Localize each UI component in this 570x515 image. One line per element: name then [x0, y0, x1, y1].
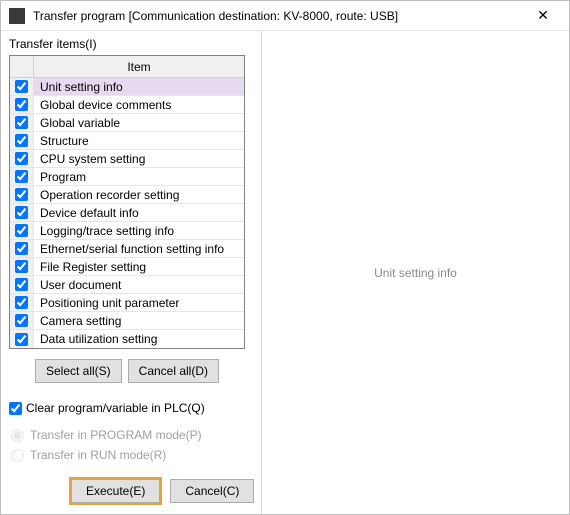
- row-checkbox[interactable]: [15, 333, 28, 346]
- row-checkbox-cell: [10, 150, 34, 167]
- row-label: Camera setting: [34, 314, 244, 328]
- row-label: Operation recorder setting: [34, 188, 244, 202]
- detail-text: Unit setting info: [374, 266, 457, 280]
- titlebar: Transfer program [Communication destinat…: [1, 1, 569, 31]
- row-checkbox[interactable]: [15, 278, 28, 291]
- row-checkbox[interactable]: [15, 314, 28, 327]
- row-checkbox-cell: [10, 294, 34, 311]
- row-label: Ethernet/serial function setting info: [34, 242, 244, 256]
- clear-plc-label: Clear program/variable in PLC(Q): [26, 401, 205, 415]
- close-button[interactable]: ✕: [523, 2, 563, 30]
- table-row[interactable]: Ethernet/serial function setting info: [10, 240, 244, 258]
- row-checkbox-cell: [10, 114, 34, 131]
- row-checkbox[interactable]: [15, 116, 28, 129]
- table-row[interactable]: Camera setting: [10, 312, 244, 330]
- row-label: Structure: [34, 134, 244, 148]
- row-checkbox-cell: [10, 258, 34, 275]
- row-checkbox[interactable]: [15, 206, 28, 219]
- row-checkbox[interactable]: [15, 98, 28, 111]
- row-checkbox[interactable]: [15, 134, 28, 147]
- left-panel: Transfer items(I) Item Unit setting info…: [1, 31, 262, 514]
- row-label: Positioning unit parameter: [34, 296, 244, 310]
- app-icon: [9, 8, 25, 24]
- row-checkbox-cell: [10, 240, 34, 257]
- row-label: Global variable: [34, 116, 244, 130]
- table-row[interactable]: Global device comments: [10, 96, 244, 114]
- transfer-items-grid: Item Unit setting info Global device comm…: [9, 55, 245, 349]
- header-checkbox-col: [10, 56, 34, 77]
- window-title: Transfer program [Communication destinat…: [33, 9, 523, 23]
- row-checkbox[interactable]: [15, 242, 28, 255]
- table-row[interactable]: Logging/trace setting info: [10, 222, 244, 240]
- table-row[interactable]: CPU system setting: [10, 150, 244, 168]
- row-checkbox-cell: [10, 312, 34, 329]
- detail-panel: Unit setting info: [262, 31, 569, 514]
- row-checkbox[interactable]: [15, 170, 28, 183]
- row-checkbox[interactable]: [15, 260, 28, 273]
- row-checkbox-cell: [10, 330, 34, 348]
- cancel-all-button[interactable]: Cancel all(D): [128, 359, 219, 383]
- header-item-col: Item: [34, 56, 244, 77]
- row-checkbox-cell: [10, 204, 34, 221]
- program-mode-radio: [11, 429, 24, 442]
- table-row[interactable]: Global variable: [10, 114, 244, 132]
- transfer-items-label: Transfer items(I): [9, 37, 257, 51]
- run-mode-label: Transfer in RUN mode(R): [30, 448, 166, 462]
- row-checkbox-cell: [10, 96, 34, 113]
- row-checkbox-cell: [10, 186, 34, 203]
- row-label: CPU system setting: [34, 152, 244, 166]
- clear-plc-checkbox[interactable]: [9, 402, 22, 415]
- row-label: Unit setting info: [34, 80, 244, 94]
- program-mode-label: Transfer in PROGRAM mode(P): [30, 428, 202, 442]
- grid-header: Item: [10, 56, 244, 78]
- row-label: Logging/trace setting info: [34, 224, 244, 238]
- row-checkbox-cell: [10, 222, 34, 239]
- table-row[interactable]: File Register setting: [10, 258, 244, 276]
- table-row[interactable]: Unit setting info: [10, 78, 244, 96]
- row-checkbox[interactable]: [15, 296, 28, 309]
- execute-button[interactable]: Execute(E): [71, 479, 160, 503]
- row-label: Global device comments: [34, 98, 244, 112]
- row-checkbox-cell: [10, 276, 34, 293]
- row-checkbox-cell: [10, 168, 34, 185]
- table-row[interactable]: Device default info: [10, 204, 244, 222]
- row-label: User document: [34, 278, 244, 292]
- row-checkbox[interactable]: [15, 152, 28, 165]
- select-all-button[interactable]: Select all(S): [35, 359, 122, 383]
- row-label: Data utilization setting: [34, 332, 244, 346]
- row-checkbox-cell: [10, 132, 34, 149]
- run-mode-radio: [11, 449, 24, 462]
- table-row[interactable]: Positioning unit parameter: [10, 294, 244, 312]
- table-row[interactable]: Program: [10, 168, 244, 186]
- table-row[interactable]: Structure: [10, 132, 244, 150]
- row-checkbox[interactable]: [15, 224, 28, 237]
- table-row[interactable]: User document: [10, 276, 244, 294]
- row-label: Program: [34, 170, 244, 184]
- row-label: File Register setting: [34, 260, 244, 274]
- row-checkbox[interactable]: [15, 80, 28, 93]
- row-checkbox[interactable]: [15, 188, 28, 201]
- table-row[interactable]: Operation recorder setting: [10, 186, 244, 204]
- cancel-button[interactable]: Cancel(C): [170, 479, 254, 503]
- row-checkbox-cell: [10, 78, 34, 95]
- row-label: Device default info: [34, 206, 244, 220]
- table-row[interactable]: Data utilization setting: [10, 330, 244, 348]
